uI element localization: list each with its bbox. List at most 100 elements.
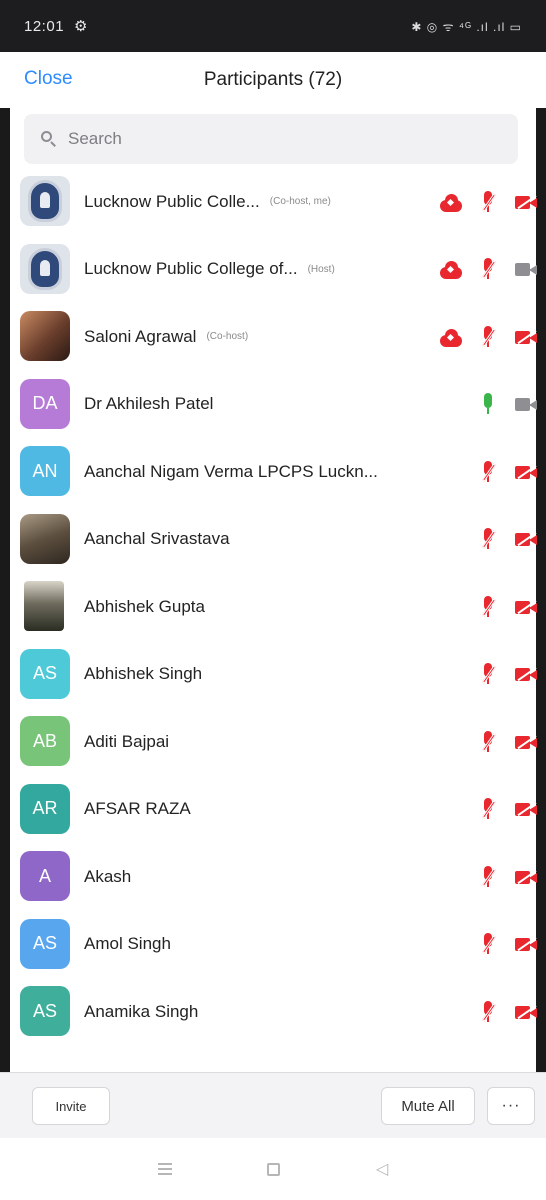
recent-apps-icon[interactable] — [157, 1163, 172, 1175]
participant-row[interactable]: Lucknow Public Colle... (Co-host, me) — [0, 168, 546, 235]
mic-muted-icon[interactable] — [476, 1000, 500, 1024]
video-off-icon[interactable] — [514, 527, 538, 551]
participant-name: Lucknow Public College of... — [84, 259, 298, 278]
participant-name-wrap: Abhishek Gupta — [84, 573, 424, 640]
participant-status-icons — [476, 641, 538, 708]
participant-name-wrap: AFSAR RAZA — [84, 776, 424, 843]
mic-muted-icon[interactable] — [476, 730, 500, 754]
participant-row[interactable]: AN Aanchal Nigam Verma LPCPS Luckn... — [0, 438, 546, 505]
mic-muted-icon[interactable] — [476, 797, 500, 821]
school-logo-avatar — [20, 243, 70, 294]
participant-name-wrap: Aditi Bajpai — [84, 708, 424, 775]
participant-name: Dr Akhilesh Patel — [84, 394, 214, 413]
participant-name-wrap: Aanchal Nigam Verma LPCPS Luckn... — [84, 438, 424, 505]
video-off-icon[interactable] — [514, 190, 538, 214]
participant-name: Abhishek Gupta — [84, 596, 205, 616]
participant-name: Amol Singh — [84, 934, 171, 953]
mic-muted-icon[interactable] — [476, 527, 500, 551]
participant-status-icons — [476, 573, 538, 640]
initials-avatar: AS — [20, 986, 70, 1036]
video-off-icon[interactable] — [514, 460, 538, 484]
participant-row[interactable]: Aanchal Srivastava — [0, 506, 546, 573]
video-off-icon[interactable] — [514, 932, 538, 956]
participants-list[interactable]: Lucknow Public Colle... (Co-host, me) Luck… — [0, 168, 546, 1072]
video-off-icon[interactable] — [514, 1000, 538, 1024]
participant-status-icons — [476, 371, 538, 438]
participant-name: Anamika Singh — [84, 1001, 199, 1021]
bottom-bar: Invite Mute All ··· — [0, 1072, 546, 1138]
participant-row[interactable]: AB Aditi Bajpai — [0, 708, 546, 775]
participant-status-icons — [476, 911, 538, 978]
participant-row[interactable]: Abhishek Gupta — [0, 573, 546, 640]
header: Close Participants (72) — [0, 52, 546, 108]
mic-muted-icon[interactable] — [476, 865, 500, 889]
search-input[interactable] — [68, 129, 488, 149]
participant-name-wrap: Dr Akhilesh Patel — [84, 371, 424, 438]
status-icons: ✱ ◎ ᯤ ⁴ᴳ .ıl .ıl ▭ — [411, 19, 522, 34]
mic-on-icon[interactable] — [476, 392, 500, 416]
video-off-icon[interactable] — [514, 730, 538, 754]
initials-avatar: A — [20, 851, 70, 901]
mic-muted-icon[interactable] — [476, 325, 500, 349]
school-logo-avatar — [20, 176, 70, 226]
mic-muted-icon[interactable] — [476, 595, 500, 619]
participant-status-icons — [476, 708, 538, 775]
participant-name-wrap: Amol Singh — [84, 911, 424, 978]
participant-name-wrap: Anamika Singh — [84, 978, 424, 1045]
mic-muted-icon[interactable] — [476, 662, 500, 686]
video-on-icon[interactable] — [514, 392, 538, 416]
search-icon — [40, 130, 58, 148]
home-icon[interactable] — [267, 1162, 281, 1176]
photo-avatar — [20, 513, 70, 564]
participant-name: Aanchal Srivastava — [84, 529, 230, 548]
video-off-icon[interactable] — [514, 595, 538, 619]
cloud-recording-icon — [438, 325, 462, 349]
invite-button[interactable]: Invite — [32, 1087, 110, 1125]
mic-muted-icon[interactable] — [476, 460, 500, 484]
participant-status-icons — [476, 776, 538, 843]
participant-row[interactable]: AS Anamika Singh — [0, 978, 546, 1045]
mic-muted-icon[interactable] — [476, 257, 500, 281]
participant-row[interactable]: DA Dr Akhilesh Patel — [0, 371, 546, 438]
cloud-recording-icon — [438, 257, 462, 281]
page-title: Participants (72) — [203, 69, 343, 90]
participant-row[interactable]: AS Amol Singh — [0, 911, 546, 978]
participant-name: Lucknow Public Colle... — [84, 191, 260, 211]
photo-avatar — [20, 311, 70, 361]
participant-row[interactable]: AS Abhishek Singh — [0, 641, 546, 708]
status-time: 12:01 — [24, 17, 65, 35]
participant-role: (Co-host) — [206, 331, 249, 342]
video-off-icon[interactable] — [514, 865, 538, 889]
more-options-button[interactable]: ··· — [487, 1087, 535, 1125]
video-off-icon[interactable] — [514, 325, 538, 349]
crest-icon — [28, 247, 62, 290]
participant-status-icons — [438, 236, 538, 303]
mic-muted-icon[interactable] — [476, 190, 500, 214]
participant-name: Aanchal Nigam Verma LPCPS Luckn... — [84, 461, 378, 481]
participant-status-icons — [476, 978, 538, 1045]
initials-avatar: AS — [20, 918, 70, 969]
participant-name-wrap: Akash — [84, 843, 424, 910]
initials-avatar: AN — [20, 446, 70, 496]
participant-row[interactable]: AR AFSAR RAZA — [0, 776, 546, 843]
participant-row[interactable]: A Akash — [0, 843, 546, 910]
participant-name: Saloni Agrawal — [84, 326, 197, 346]
mic-muted-icon[interactable] — [476, 932, 500, 956]
video-off-icon[interactable] — [514, 662, 538, 686]
mute-all-button[interactable]: Mute All — [381, 1087, 475, 1125]
video-off-icon[interactable] — [514, 797, 538, 821]
participant-name-wrap: Aanchal Srivastava — [84, 506, 424, 573]
participant-role: (Co-host, me) — [269, 196, 331, 207]
back-icon[interactable]: ◁ — [376, 1159, 388, 1179]
cloud-recording-icon — [438, 190, 462, 214]
settings-notification-icon: ⚙ — [74, 18, 88, 35]
video-on-icon[interactable] — [514, 257, 538, 281]
close-button[interactable]: Close — [24, 68, 73, 90]
participant-name: Aditi Bajpai — [84, 731, 170, 751]
participant-row[interactable]: Saloni Agrawal (Co-host) — [0, 303, 546, 370]
search-bar[interactable] — [24, 114, 518, 164]
participant-status-icons — [438, 168, 538, 235]
participant-status-icons — [438, 303, 538, 370]
participant-row[interactable]: Lucknow Public College of... (Host) — [0, 236, 546, 303]
initials-avatar: AB — [20, 716, 70, 766]
